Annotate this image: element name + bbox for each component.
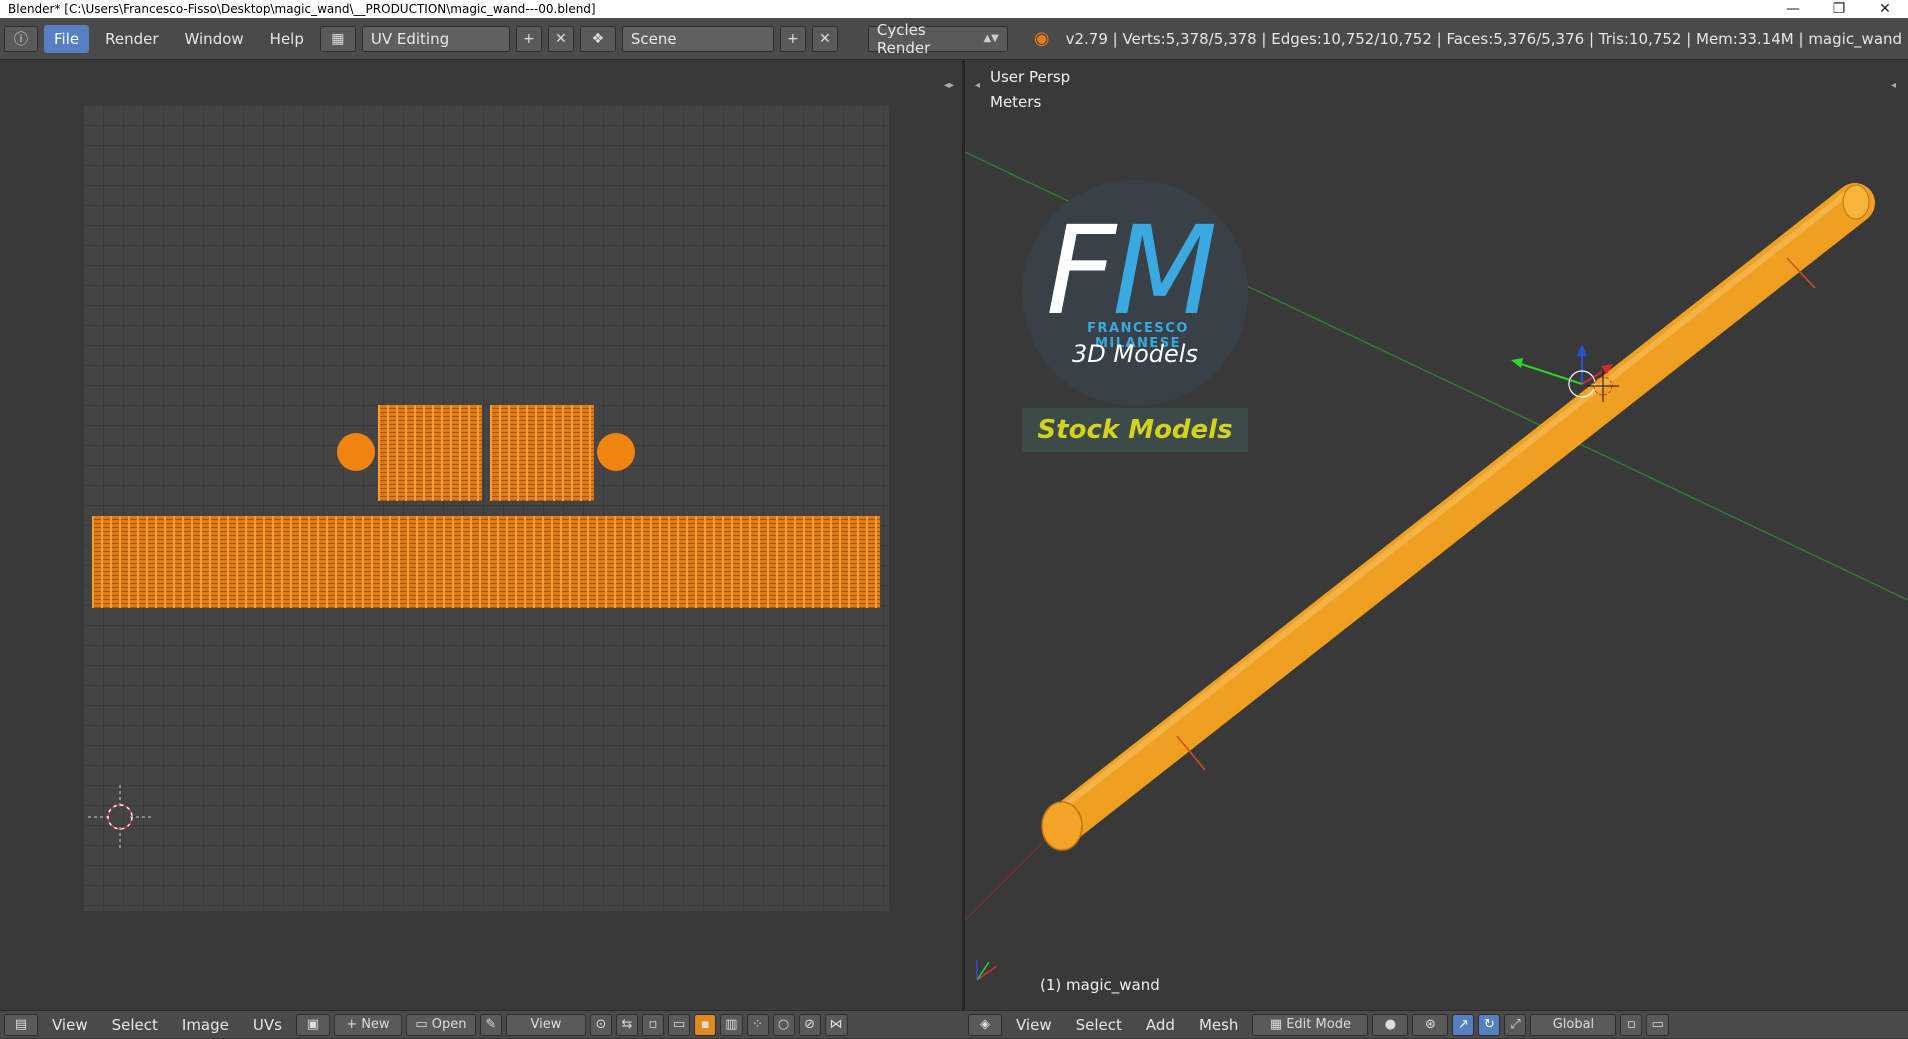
snap-icon[interactable]: ⊘ bbox=[798, 1013, 821, 1036]
translate-manipulator-icon[interactable]: ↗ bbox=[1452, 1013, 1475, 1036]
new-image-button[interactable]: + New bbox=[333, 1013, 402, 1036]
uv-grid[interactable] bbox=[83, 105, 889, 911]
menu-render[interactable]: Render bbox=[95, 25, 168, 53]
vp-menu-select[interactable]: Select bbox=[1066, 1016, 1132, 1034]
uv-menu-uvs[interactable]: UVs bbox=[243, 1016, 292, 1034]
uv-2d-cursor[interactable] bbox=[88, 785, 152, 849]
object-label: (1) magic_wand bbox=[1040, 976, 1160, 994]
view-mode-dropdown[interactable]: View bbox=[505, 1013, 586, 1036]
window-title: Blender* [C:\Users\Francesco-Fisso\Deskt… bbox=[8, 2, 596, 16]
mini-axis-x bbox=[976, 965, 998, 981]
viewport-header: ◈ View Select Add Mesh ▦ Edit Mode ● ⊛ ↗ … bbox=[962, 1011, 1669, 1039]
editor-type-icon[interactable]: ▤ bbox=[4, 1013, 38, 1036]
wand-end-cap-bottom bbox=[1041, 801, 1083, 851]
uv-editor-header: ▤ View Select Image UVs ▣ + New ▭ Open ✎ V… bbox=[0, 1011, 962, 1039]
y-manipulator-arrow bbox=[1511, 358, 1523, 368]
units-label: Meters bbox=[990, 93, 1042, 111]
mini-axis-y bbox=[976, 961, 990, 981]
edge-mode-icon[interactable]: ▭ bbox=[1646, 1013, 1669, 1036]
uv-island-cap-right[interactable] bbox=[597, 433, 635, 471]
info-header: ⓘ File Render Window Help ▦ UV Editing +… bbox=[0, 18, 1908, 60]
orientation-dropdown[interactable]: Global bbox=[1530, 1013, 1617, 1036]
sync-select-icon[interactable]: ⇆ bbox=[615, 1013, 638, 1036]
area-corner-arrows-icon[interactable]: ◂▸ bbox=[944, 80, 954, 91]
fm-logo: FM bbox=[1046, 200, 1217, 342]
scene-icon[interactable]: ❖ bbox=[579, 25, 616, 52]
fm-logo-subtitle: 3D Models bbox=[1072, 340, 1198, 368]
scene-selector[interactable]: Scene bbox=[621, 25, 774, 52]
vp-menu-add[interactable]: Add bbox=[1136, 1016, 1185, 1034]
close-button[interactable]: ✕ bbox=[1862, 0, 1908, 18]
view-label: User Persp bbox=[990, 68, 1071, 86]
pivot-icon[interactable]: ⊙ bbox=[589, 1013, 612, 1036]
uv-island-cap-left[interactable] bbox=[337, 433, 375, 471]
pivot-point-dropdown[interactable]: ⊛ bbox=[1412, 1013, 1449, 1036]
stock-models-badge: Stock Models bbox=[1022, 408, 1248, 452]
uv-island-shaft[interactable] bbox=[92, 516, 880, 608]
vertex-mode-icon[interactable]: ▫ bbox=[1620, 1013, 1643, 1036]
maximize-button[interactable]: ❐ bbox=[1816, 0, 1862, 18]
uv-menu-view[interactable]: View bbox=[42, 1016, 98, 1034]
scale-manipulator-icon[interactable]: ⤢ bbox=[1504, 1013, 1527, 1036]
area-corner-arrows-icon[interactable]: ◂ bbox=[975, 80, 980, 91]
area-corner-arrows-icon[interactable]: ◂ bbox=[1891, 80, 1896, 91]
bottom-headers: ▤ View Select Image UVs ▣ + New ▭ Open ✎ V… bbox=[0, 1010, 1908, 1038]
island-select-icon[interactable]: ▥ bbox=[720, 1013, 743, 1036]
menu-help[interactable]: Help bbox=[260, 25, 314, 53]
render-engine-dropdown[interactable]: Cycles Render ▲▼ bbox=[867, 21, 1008, 57]
remove-layout-button[interactable]: ✕ bbox=[547, 25, 574, 52]
remove-scene-button[interactable]: ✕ bbox=[811, 25, 838, 52]
folder-icon: ▭ bbox=[415, 1017, 428, 1032]
minimize-button[interactable]: — bbox=[1770, 0, 1816, 18]
shading-dropdown[interactable]: ● bbox=[1372, 1013, 1409, 1036]
scene-stats: v2.79 | Verts:5,378/5,378 | Edges:10,752… bbox=[1065, 29, 1903, 48]
z-manipulator-arrow bbox=[1577, 344, 1587, 356]
image-browse-icon[interactable]: ▣ bbox=[295, 1013, 330, 1036]
mode-dropdown[interactable]: ▦ Edit Mode bbox=[1252, 1013, 1369, 1036]
plus-icon: + bbox=[346, 1017, 358, 1032]
3d-editor-type-icon[interactable]: ◈ bbox=[968, 1013, 1002, 1036]
blender-logo-icon: ◉ bbox=[1033, 28, 1050, 49]
layout-icon[interactable]: ▦ bbox=[319, 25, 356, 52]
menu-file[interactable]: File bbox=[44, 24, 90, 53]
face-select-icon[interactable]: ▪ bbox=[694, 1013, 717, 1036]
sticky-mode-icon[interactable]: ⁘ bbox=[746, 1013, 769, 1036]
uv-menu-select[interactable]: Select bbox=[102, 1016, 168, 1034]
uv-island-block-right[interactable] bbox=[490, 405, 594, 501]
menu-window[interactable]: Window bbox=[175, 25, 254, 53]
vertex-select-icon[interactable]: ▫ bbox=[641, 1013, 664, 1036]
window-titlebar: Blender* [C:\Users\Francesco-Fisso\Deskt… bbox=[0, 0, 1908, 18]
add-layout-button[interactable]: + bbox=[515, 25, 542, 52]
add-scene-button[interactable]: + bbox=[779, 25, 806, 52]
edge-select-icon[interactable]: ▭ bbox=[667, 1013, 691, 1036]
vp-menu-view[interactable]: View bbox=[1006, 1016, 1062, 1034]
layout-selector[interactable]: UV Editing bbox=[361, 25, 510, 52]
open-image-button[interactable]: ▭ Open bbox=[405, 1013, 476, 1036]
info-icon[interactable]: ⓘ bbox=[4, 25, 38, 52]
uv-menu-image[interactable]: Image bbox=[172, 1016, 239, 1034]
uv-island-block-left[interactable] bbox=[378, 405, 482, 501]
uv-image-editor[interactable]: ◂▸ bbox=[0, 60, 962, 1010]
wand-end-cap-top bbox=[1842, 184, 1870, 220]
pin-icon[interactable]: ✎ bbox=[479, 1013, 502, 1036]
snap-target-icon[interactable]: ⋈ bbox=[824, 1013, 848, 1036]
vp-menu-mesh[interactable]: Mesh bbox=[1189, 1016, 1249, 1034]
window-controls: — ❐ ✕ bbox=[1770, 0, 1908, 18]
rotate-manipulator-icon[interactable]: ↻ bbox=[1478, 1013, 1501, 1036]
edit-mode-icon: ▦ bbox=[1269, 1017, 1283, 1032]
proportional-icon[interactable]: ○ bbox=[772, 1013, 795, 1036]
